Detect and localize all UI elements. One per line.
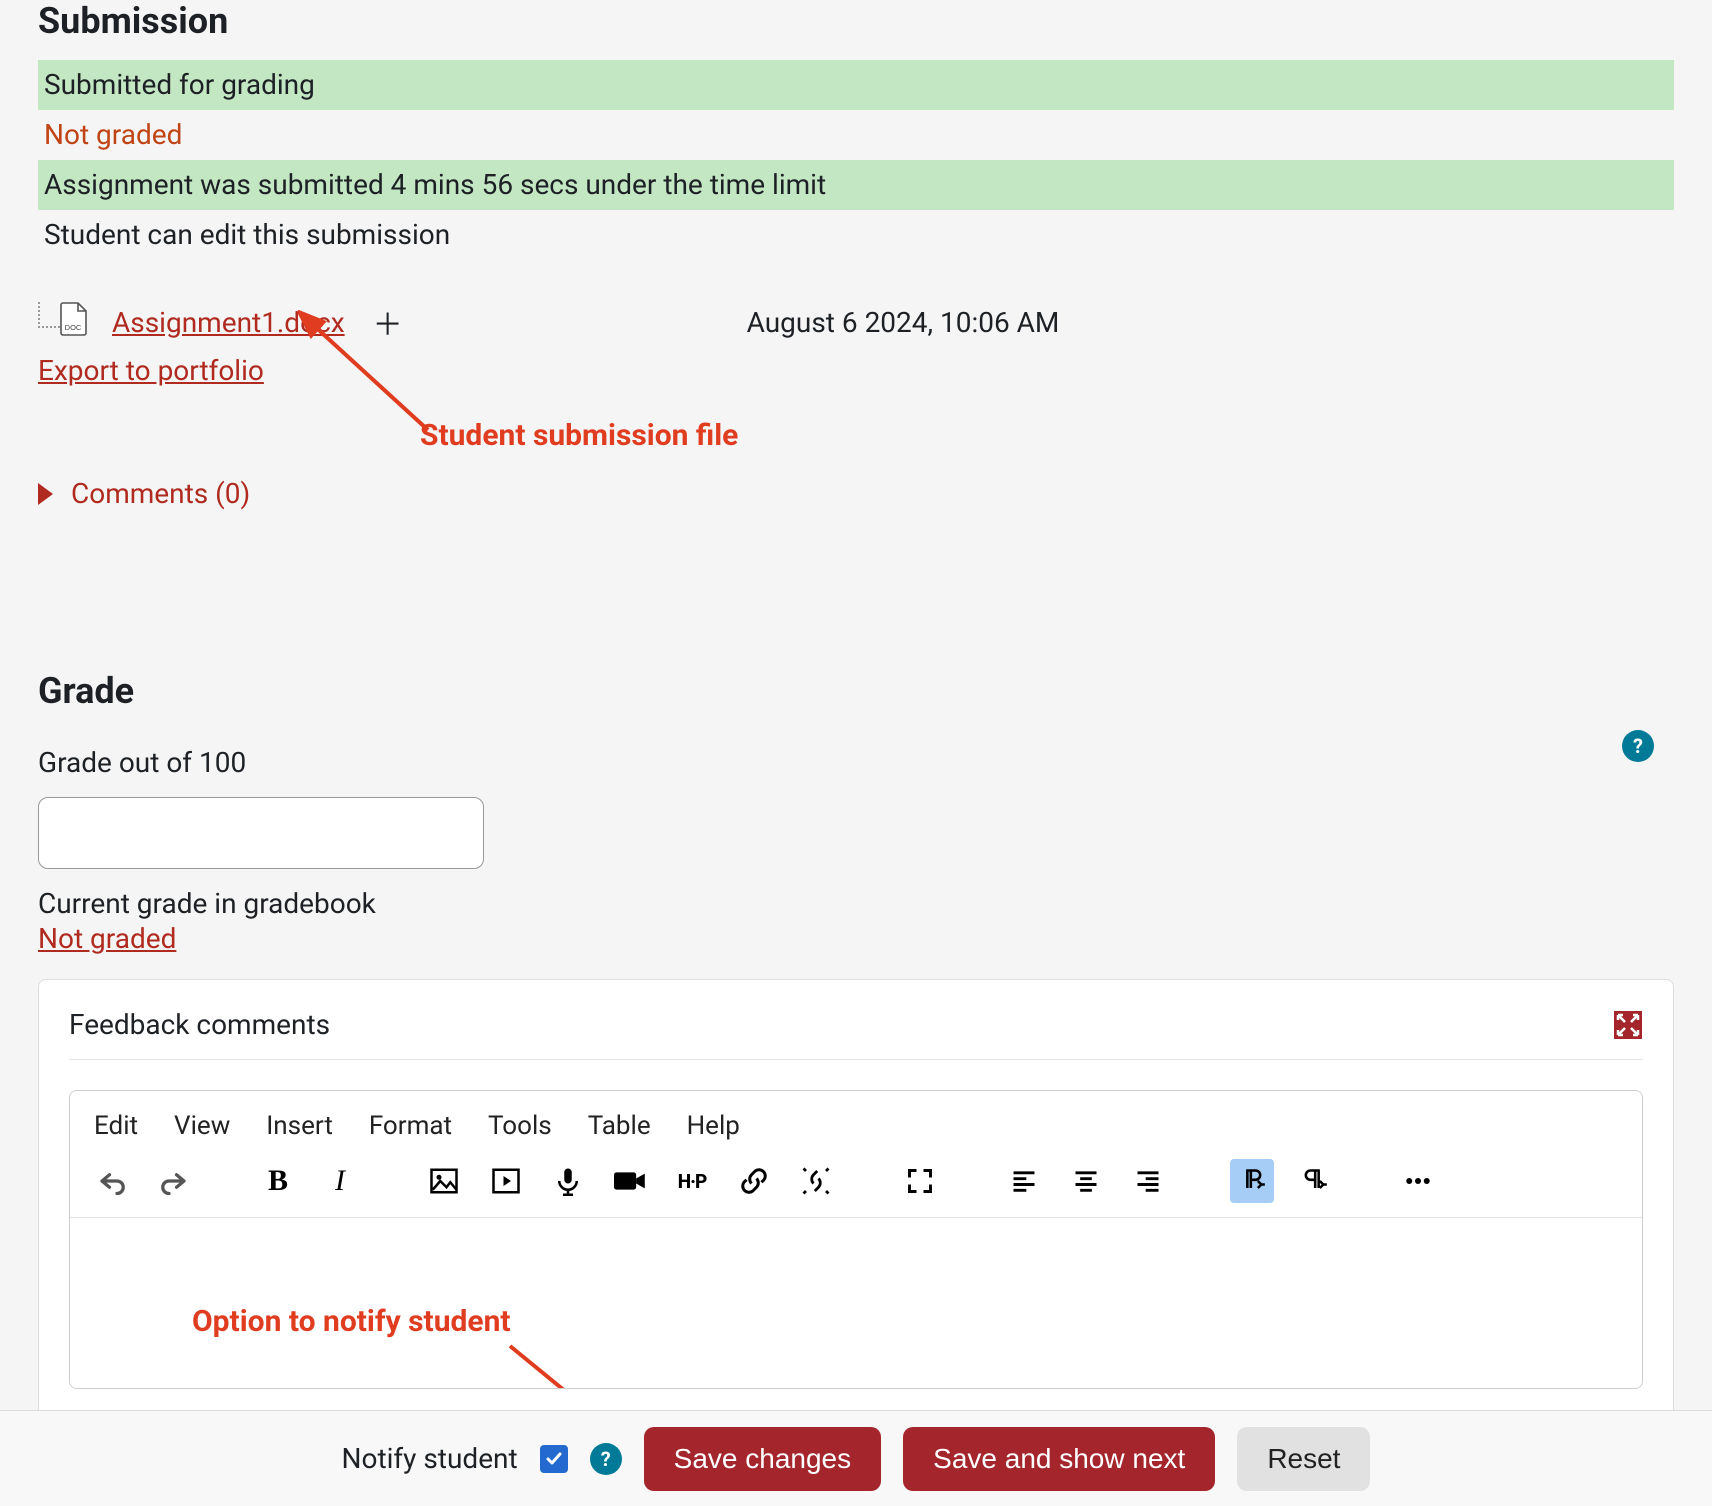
notify-help-icon[interactable]: ? — [590, 1443, 622, 1475]
comments-toggle[interactable]: Comments (0) — [38, 477, 1674, 510]
svg-text:DOC: DOC — [65, 323, 82, 332]
notify-student-label: Notify student — [342, 1442, 518, 1475]
camera-icon[interactable] — [608, 1159, 652, 1203]
video-icon[interactable] — [484, 1159, 528, 1203]
rich-text-editor: Edit View Insert Format Tools Table Help — [69, 1090, 1643, 1389]
bold-icon[interactable]: B — [256, 1159, 300, 1203]
submission-file-link[interactable]: Assignment1.docx — [112, 306, 345, 339]
grade-out-of-label: Grade out of 100 — [38, 746, 1674, 779]
submission-heading: Submission — [38, 0, 1674, 42]
editor-menubar: Edit View Insert Format Tools Table Help — [70, 1091, 1642, 1147]
editor-content-area[interactable]: Option to notify student — [70, 1218, 1642, 1388]
menu-table[interactable]: Table — [588, 1111, 651, 1141]
ltr-icon[interactable] — [1230, 1159, 1274, 1203]
grade-help-icon[interactable]: ? — [1622, 730, 1654, 762]
undo-icon[interactable] — [90, 1159, 134, 1203]
align-right-icon[interactable] — [1126, 1159, 1170, 1203]
grade-heading: Grade — [38, 670, 1674, 712]
feedback-title: Feedback comments — [69, 1008, 330, 1041]
expand-triangle-icon — [38, 483, 53, 505]
menu-help[interactable]: Help — [687, 1111, 740, 1141]
menu-edit[interactable]: Edit — [94, 1111, 138, 1141]
notify-student-checkbox[interactable] — [540, 1445, 568, 1473]
h5p-icon[interactable]: H·P — [670, 1159, 714, 1203]
align-left-icon[interactable] — [1002, 1159, 1046, 1203]
export-portfolio-link[interactable]: Export to portfolio — [38, 354, 264, 387]
menu-insert[interactable]: Insert — [266, 1111, 333, 1141]
current-grade-label: Current grade in gradebook — [38, 887, 1674, 920]
grade-input[interactable] — [38, 797, 484, 869]
add-file-icon[interactable]: ＋ — [373, 300, 403, 344]
redo-icon[interactable] — [152, 1159, 196, 1203]
save-changes-button[interactable]: Save changes — [644, 1427, 881, 1491]
link-icon[interactable] — [732, 1159, 776, 1203]
annotation-submission-file: Student submission file — [420, 418, 738, 453]
rtl-icon[interactable] — [1292, 1159, 1336, 1203]
status-submitted: Submitted for grading — [38, 60, 1674, 110]
fullscreen-icon[interactable] — [1613, 1010, 1643, 1040]
unlink-icon[interactable] — [794, 1159, 838, 1203]
submission-status-block: Submitted for grading Not graded Assignm… — [38, 60, 1674, 260]
status-editable: Student can edit this submission — [38, 210, 1674, 260]
mic-icon[interactable] — [546, 1159, 590, 1203]
status-not-graded: Not graded — [38, 110, 1674, 160]
status-timelimit: Assignment was submitted 4 mins 56 secs … — [38, 160, 1674, 210]
menu-view[interactable]: View — [174, 1111, 230, 1141]
italic-icon[interactable]: I — [318, 1159, 362, 1203]
file-tree-icon: DOC — [38, 302, 88, 342]
reset-button[interactable]: Reset — [1237, 1427, 1370, 1491]
menu-tools[interactable]: Tools — [488, 1111, 552, 1141]
editor-toolbar: B I H·P — [70, 1147, 1642, 1218]
save-and-show-next-button[interactable]: Save and show next — [903, 1427, 1215, 1491]
menu-format[interactable]: Format — [369, 1111, 452, 1141]
fullscreen-editor-icon[interactable] — [898, 1159, 942, 1203]
submission-file-date: August 6 2024, 10:06 AM — [747, 306, 1060, 339]
feedback-panel: Feedback comments Edit View Insert Forma… — [38, 979, 1674, 1469]
annotation-notify-option: Option to notify student — [192, 1304, 511, 1339]
image-icon[interactable] — [422, 1159, 466, 1203]
align-center-icon[interactable] — [1064, 1159, 1108, 1203]
more-icon[interactable] — [1396, 1159, 1440, 1203]
doc-file-icon: DOC — [60, 302, 88, 336]
footer-action-bar: Notify student ? Save changes Save and s… — [0, 1410, 1712, 1506]
current-grade-value-link[interactable]: Not graded — [38, 922, 176, 955]
comments-label[interactable]: Comments (0) — [71, 477, 250, 510]
